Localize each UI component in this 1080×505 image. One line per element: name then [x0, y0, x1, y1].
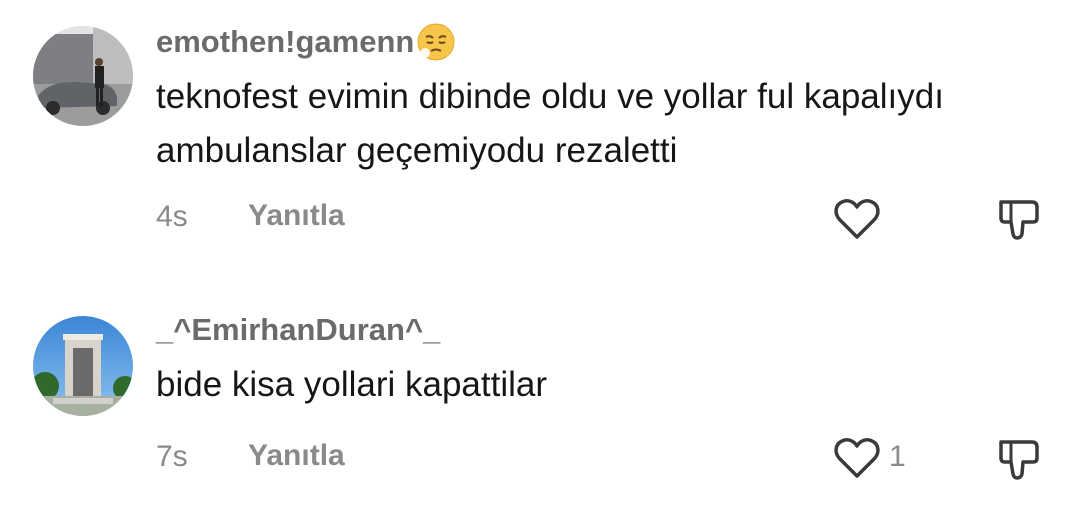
- reply-button[interactable]: Yanıtla: [248, 199, 345, 233]
- comment-text: teknofest evimin dibinde oldu ve yollar …: [156, 70, 944, 178]
- like-button[interactable]: [833, 197, 881, 241]
- username[interactable]: _^EmirhanDuran^_: [156, 312, 440, 348]
- comment-timestamp: 4s: [156, 200, 188, 233]
- heart-icon: [834, 199, 880, 239]
- username-text: emothen!gamenn: [156, 24, 415, 59]
- username[interactable]: emothen!gamenn: [156, 22, 456, 62]
- comment-text: bide kisa yollari kapattilar: [156, 358, 547, 412]
- avatar[interactable]: [33, 316, 133, 416]
- comment-text-line: ambulanslar geçemiyodu rezaletti: [156, 131, 678, 170]
- like-button[interactable]: [833, 436, 881, 480]
- like-count: 1: [889, 440, 906, 473]
- heart-icon: [834, 438, 880, 478]
- avatar-photo: [33, 26, 133, 126]
- thumbs-down-icon: [999, 200, 1039, 240]
- weary-face-emoji-icon: [416, 22, 456, 62]
- dislike-button[interactable]: [996, 196, 1042, 242]
- comment-text-line: teknofest evimin dibinde oldu ve yollar …: [156, 77, 944, 116]
- reply-button[interactable]: Yanıtla: [248, 439, 345, 473]
- avatar-photo: [33, 316, 133, 416]
- username-text: _^EmirhanDuran^_: [156, 312, 441, 347]
- thumbs-down-icon: [999, 440, 1039, 480]
- comment-text-line: bide kisa yollari kapattilar: [156, 365, 548, 404]
- dislike-button[interactable]: [996, 436, 1042, 482]
- avatar[interactable]: [33, 26, 133, 126]
- comment-timestamp: 7s: [156, 440, 188, 473]
